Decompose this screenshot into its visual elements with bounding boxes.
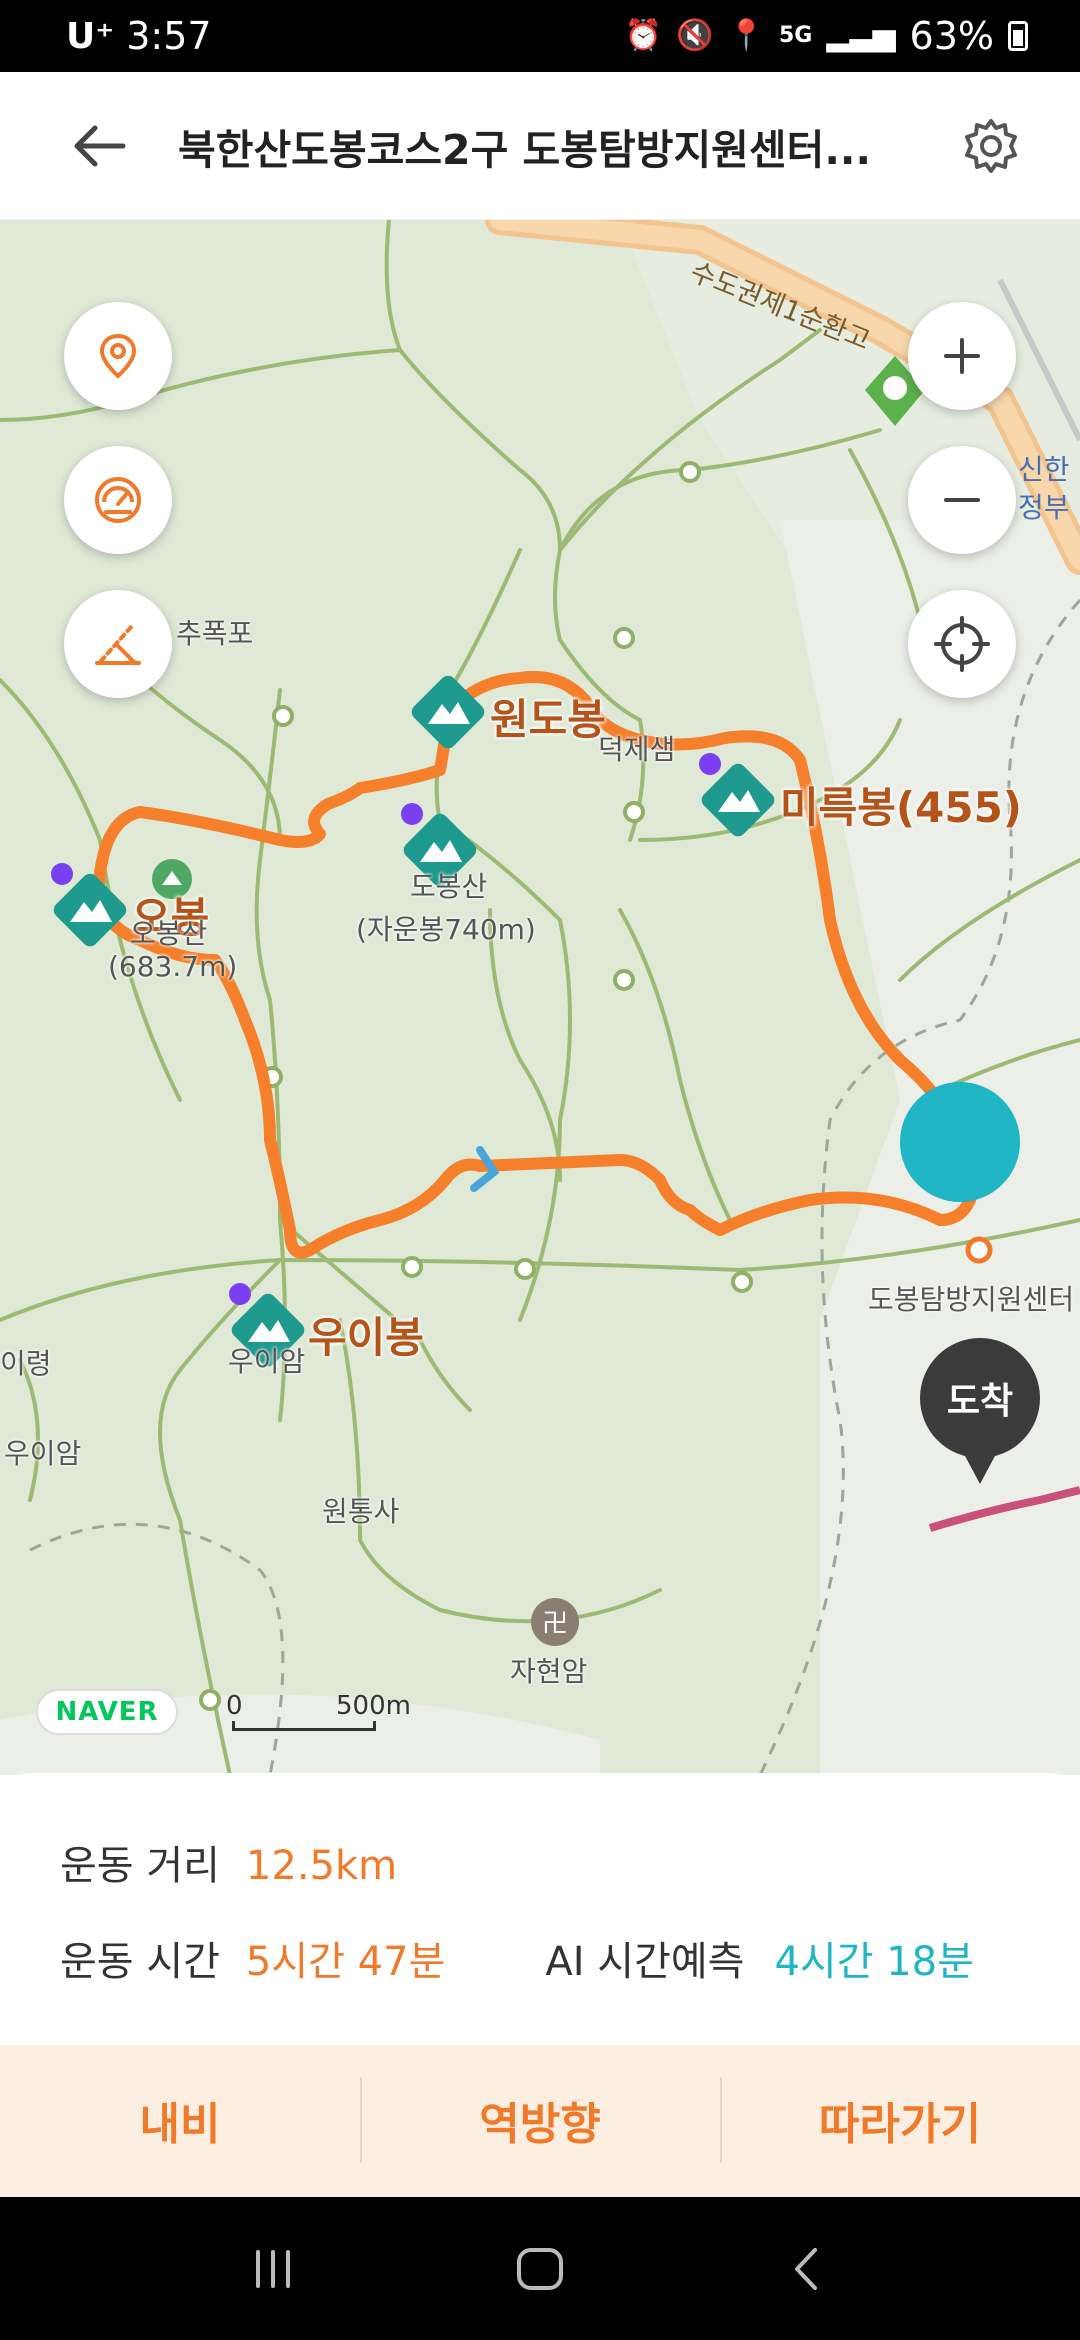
peak-label-wondobong[interactable]: 원도봉: [490, 686, 606, 747]
zoom-out-icon: [944, 498, 980, 502]
back-button[interactable]: [64, 111, 134, 181]
alarm-icon: ⏰: [624, 18, 663, 53]
route-info-panel: 운동 거리 12.5km 운동 시간 5시간 47분 AI 시간예측 4시간 18분: [0, 1773, 1080, 2045]
zoom-in-button[interactable]: [908, 302, 1016, 410]
battery-percent: 63%: [909, 14, 994, 58]
system-back-icon: [794, 2247, 817, 2290]
gear-icon: [965, 118, 1017, 173]
my-location-button[interactable]: [64, 302, 172, 410]
label-dobong-center: 도봉탐방지원센터: [868, 1283, 1075, 1316]
battery-icon: [1008, 21, 1028, 51]
navi-button[interactable]: 내비: [0, 2045, 360, 2195]
back-arrow-icon: [74, 125, 126, 166]
follow-button[interactable]: 따라가기: [720, 2045, 1080, 2195]
home-icon: [516, 2247, 563, 2290]
status-time: 3:57: [126, 14, 212, 58]
speedometer-icon: [95, 477, 141, 523]
status-right: ⏰ 🔇 📍 5G ▂▃▅ 63%: [625, 14, 1028, 58]
status-left: U⁺ 3:57: [66, 14, 212, 58]
scale-bar: [232, 1721, 376, 1731]
map-canvas: 卍: [0, 220, 1080, 1775]
time-row: 운동 시간 5시간 47분 AI 시간예측 4시간 18분: [60, 1929, 974, 1987]
recent-apps-button[interactable]: [228, 2224, 318, 2314]
label-deokjesaem: 덕제샘: [598, 733, 676, 766]
system-nav-bar: [0, 2197, 1080, 2340]
network-icon: 5G: [778, 23, 813, 48]
label-shinhan-2: 정부: [1018, 491, 1070, 524]
speed-button[interactable]: [64, 446, 172, 554]
label-dobongsan: 도봉산: [410, 870, 488, 903]
zoom-in-icon: [944, 338, 980, 374]
map-scale: 0 500m: [226, 1691, 411, 1731]
location-pin-icon: [99, 333, 137, 379]
action-bar: 내비 역방향 따라가기: [0, 2045, 1080, 2195]
mute-icon: 🔇: [676, 18, 714, 53]
label-obong-sub: 오봉산: [130, 917, 208, 950]
arrival-marker[interactable]: 도착: [920, 1338, 1040, 1484]
app-root: U⁺ 3:57 ⏰ 🔇 📍 5G ▂▃▅ 63% 북한산도봉코스2구 도봉탐방지…: [0, 0, 1080, 2340]
label-uiryeong: 이령: [0, 1347, 52, 1380]
distance-row: 운동 거리 12.5km: [60, 1833, 397, 1891]
svg-text:卍: 卍: [542, 1609, 568, 1639]
recenter-button[interactable]: [908, 590, 1016, 698]
peak-label-uibong[interactable]: 우이봉: [308, 1304, 424, 1365]
location-icon: 📍: [727, 18, 765, 53]
ai-estimate-value: 4시간 18분: [774, 1939, 974, 1985]
reverse-button[interactable]: 역방향: [360, 2045, 720, 2195]
time-value: 5시간 47분: [245, 1939, 446, 1985]
scale-length: 500m: [336, 1691, 411, 1721]
slope-button[interactable]: [64, 590, 172, 698]
time-label: 운동 시간: [60, 1939, 220, 1985]
scale-zero: 0: [226, 1691, 243, 1721]
label-shinhan-1: 신한: [1018, 453, 1070, 486]
home-button[interactable]: [495, 2224, 585, 2314]
top-header: 북한산도봉코스2구 도봉탐방지원센터...: [0, 72, 1080, 220]
ai-estimate-label: AI 시간예측: [545, 1939, 745, 1985]
peak-label-mireukbong[interactable]: 미륵봉(455): [780, 774, 1022, 835]
signal-icon: ▂▃▅: [826, 18, 896, 53]
carrier-label: U⁺: [66, 15, 115, 57]
naver-logo: NAVER: [36, 1689, 178, 1735]
zoom-out-button[interactable]: [908, 446, 1016, 554]
settings-button[interactable]: [956, 111, 1026, 181]
crosshair-icon: [934, 616, 990, 672]
slope-icon: [95, 625, 141, 665]
map-view[interactable]: 卍 수도권제1순환고 원도봉 미륵봉(455) 오봉 우이봉 도봉산 (자운봉7…: [0, 220, 1080, 1775]
system-back-button[interactable]: [762, 2224, 852, 2314]
page-title: 북한산도봉코스2구 도봉탐방지원센터...: [178, 125, 872, 174]
label-jaunbong: (자운봉740m): [356, 913, 536, 946]
distance-value: 12.5km: [245, 1843, 398, 1889]
label-obong-height: (683.7m): [108, 950, 238, 983]
distance-label: 운동 거리: [60, 1843, 220, 1889]
label-chupokpo: 추폭포: [176, 617, 254, 650]
label-uiam-small: 우이암: [228, 1345, 306, 1378]
label-uiam-left: 우이암: [4, 1437, 82, 1470]
label-wontongsa: 원통사: [322, 1495, 400, 1528]
label-jahyeonam: 자현암: [510, 1655, 588, 1688]
status-bar: U⁺ 3:57 ⏰ 🔇 📍 5G ▂▃▅ 63%: [0, 0, 1080, 72]
recent-apps-icon: [256, 2249, 291, 2288]
